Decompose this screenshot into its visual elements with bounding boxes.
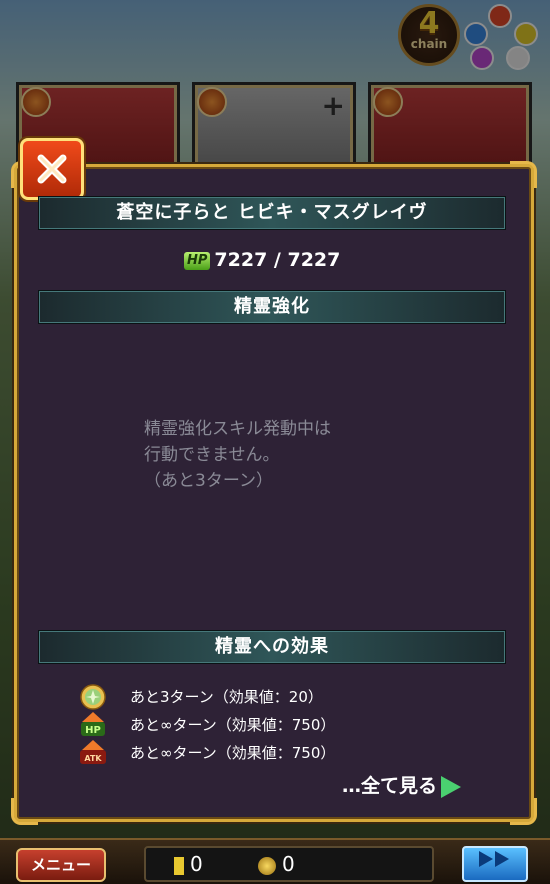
section-title-effects: 精霊への効果 (38, 630, 506, 664)
frame-corner (11, 798, 38, 825)
fast-forward-button[interactable] (462, 846, 528, 882)
gem-count: 0 (190, 852, 203, 876)
atk-up-icon: ATK (80, 740, 106, 764)
hp-up-icon-label: HP (85, 725, 101, 736)
hp-value: 7227 / 7227 (214, 249, 341, 271)
section-title-enhance: 精霊強化 (38, 290, 506, 324)
close-button[interactable] (20, 138, 84, 200)
enhance-notice: 精霊強化スキル発動中は 行動できません。 （あと3ターン） (144, 416, 464, 494)
frame-corner (510, 161, 537, 188)
notice-line: 行動できません。 (144, 445, 280, 465)
play-arrow-icon (441, 775, 462, 798)
see-all-link[interactable]: …全て見る (342, 772, 462, 800)
notice-line: 精霊強化スキル発動中は (144, 419, 331, 439)
clover-badge-icon (80, 684, 106, 710)
coin-counter: 0 (258, 851, 295, 877)
gem-counter: 0 (174, 851, 203, 877)
hp-badge-icon: HP (184, 251, 211, 270)
gem-icon (174, 856, 184, 875)
effect-text: あと3ターン（効果値：20） (130, 688, 323, 706)
atk-up-icon-label: ATK (84, 754, 102, 763)
hp-display: HP 7227 / 7227 (184, 248, 340, 272)
effect-text: あと∞ターン（効果値：750） (130, 716, 336, 734)
coin-count: 0 (282, 852, 295, 876)
effect-text: あと∞ターン（効果値：750） (130, 744, 336, 762)
frame-corner (510, 798, 537, 825)
close-icon (37, 154, 67, 184)
fast-forward-icon (479, 851, 509, 867)
currency-counter: 0 0 (144, 846, 434, 882)
hp-up-icon: HP (81, 712, 105, 736)
see-all-label: …全て見る (342, 775, 438, 797)
coin-icon (258, 856, 276, 875)
menu-button[interactable]: メニュー (16, 848, 106, 882)
notice-line: （あと3ターン） (144, 471, 273, 491)
character-name: 蒼空に子らと ヒビキ・マスグレイヴ (38, 196, 506, 230)
